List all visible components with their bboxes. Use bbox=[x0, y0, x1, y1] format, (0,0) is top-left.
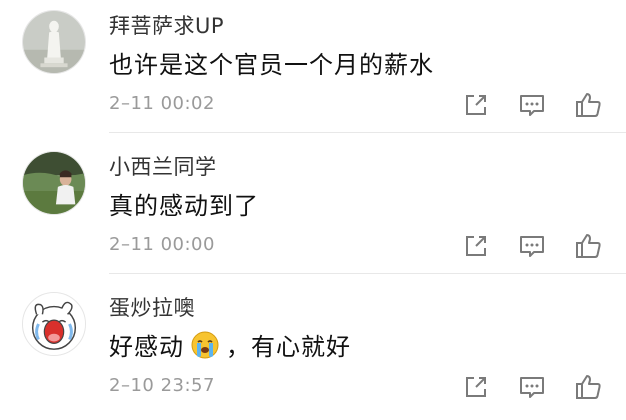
username[interactable]: 蛋炒拉噢 bbox=[109, 292, 195, 322]
reply-button[interactable] bbox=[517, 372, 547, 402]
share-button[interactable] bbox=[461, 90, 491, 120]
comment-text: 真的感动到了 bbox=[109, 192, 259, 220]
like-icon bbox=[576, 93, 601, 117]
comment-text-part: 好感动 bbox=[109, 333, 184, 361]
share-button[interactable] bbox=[461, 372, 491, 402]
username[interactable]: 小西兰同学 bbox=[109, 151, 217, 181]
photo-avatar-icon bbox=[23, 152, 85, 214]
comment-actions bbox=[455, 90, 615, 120]
comment-text: 好感动 ，有心就好 bbox=[109, 327, 351, 362]
comment-item: 拜菩萨求UP 也许是这个官员一个月的薪水 2–11 00:02 bbox=[0, 0, 626, 138]
timestamp: 2–11 00:02 bbox=[109, 93, 215, 114]
like-icon bbox=[576, 234, 601, 258]
username[interactable]: 拜菩萨求UP bbox=[109, 10, 224, 40]
divider bbox=[109, 273, 626, 274]
timestamp: 2–11 00:00 bbox=[109, 234, 215, 255]
like-icon bbox=[576, 375, 601, 399]
comment-text: 也许是这个官员一个月的薪水 bbox=[109, 51, 434, 79]
reply-button[interactable] bbox=[517, 90, 547, 120]
share-icon bbox=[466, 377, 486, 397]
comment-item: 小西兰同学 真的感动到了 2–11 00:00 bbox=[0, 141, 626, 279]
share-icon bbox=[466, 95, 486, 115]
avatar[interactable] bbox=[22, 292, 86, 356]
comment-text-part: ，有心就好 bbox=[226, 333, 351, 361]
comment-actions bbox=[455, 372, 615, 402]
like-button[interactable] bbox=[573, 90, 603, 120]
like-button[interactable] bbox=[573, 231, 603, 261]
crying-face-emoji-icon bbox=[190, 330, 220, 360]
timestamp: 2–10 23:57 bbox=[109, 375, 215, 396]
divider bbox=[109, 132, 626, 133]
cartoon-crying-avatar-icon bbox=[23, 293, 85, 355]
reply-icon bbox=[520, 95, 544, 116]
reply-icon bbox=[520, 236, 544, 257]
reply-button[interactable] bbox=[517, 231, 547, 261]
comment-list: 拜菩萨求UP 也许是这个官员一个月的薪水 2–11 00:02 小西兰同学 真的… bbox=[0, 0, 626, 411]
share-icon bbox=[466, 236, 486, 256]
comment-item: 蛋炒拉噢 好感动 ，有心就好 2–10 23:57 bbox=[0, 282, 626, 420]
avatar[interactable] bbox=[22, 151, 86, 215]
avatar[interactable] bbox=[22, 10, 86, 74]
like-button[interactable] bbox=[573, 372, 603, 402]
reply-icon bbox=[520, 377, 544, 398]
share-button[interactable] bbox=[461, 231, 491, 261]
comment-actions bbox=[455, 231, 615, 261]
statue-avatar-icon bbox=[23, 11, 85, 73]
